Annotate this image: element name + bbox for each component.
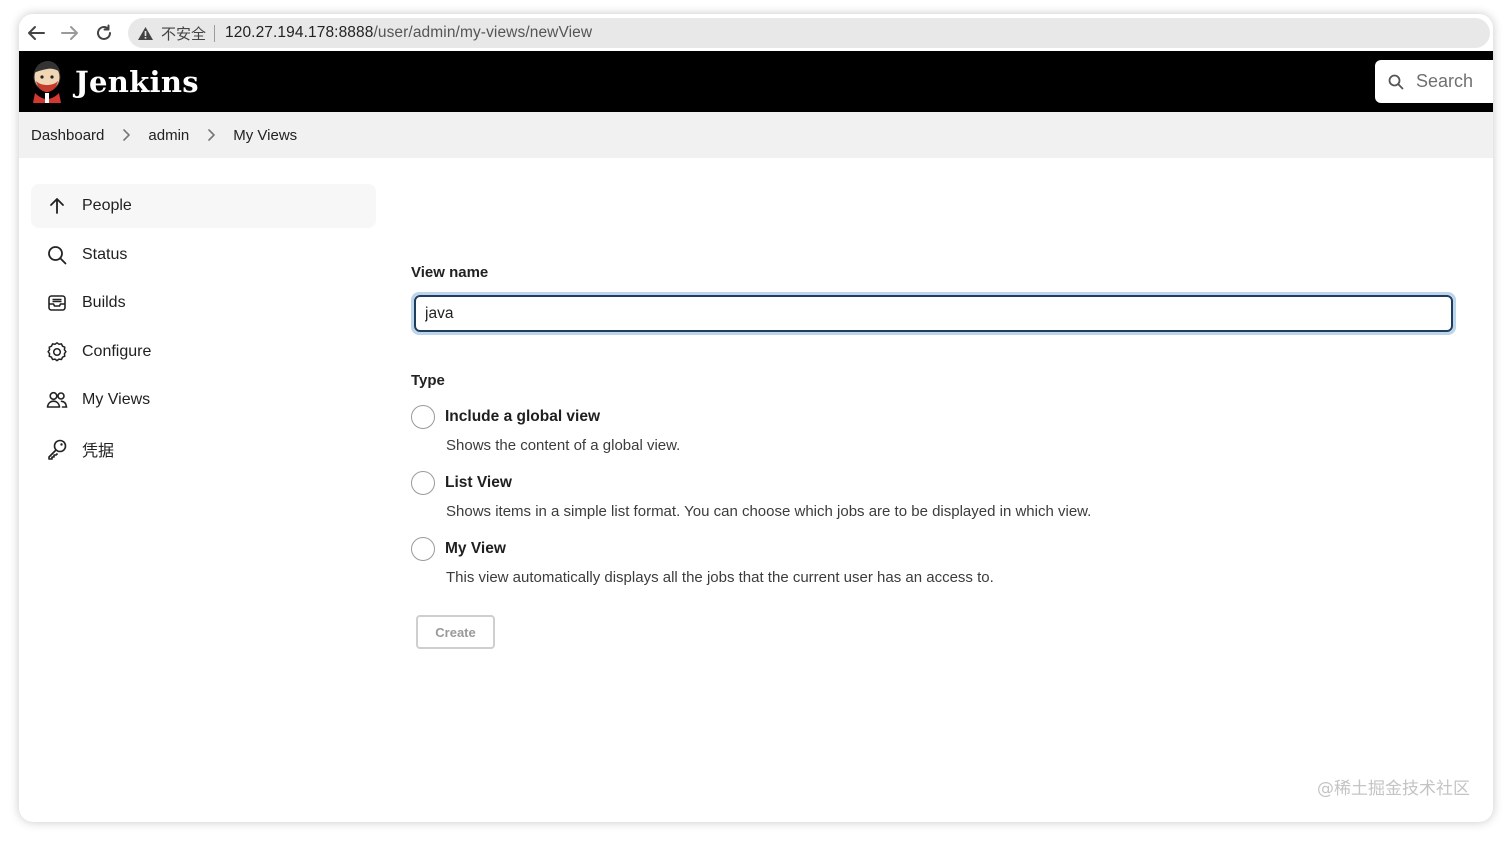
sidebar-item-label: Builds: [82, 294, 126, 311]
view-name-input[interactable]: [414, 295, 1453, 332]
radio-list-view[interactable]: [411, 471, 435, 495]
radio-global-view[interactable]: [411, 405, 435, 429]
breadcrumb-my-views[interactable]: My Views: [233, 123, 297, 148]
option-list-view[interactable]: List View: [411, 471, 1456, 495]
search-box[interactable]: [1375, 60, 1493, 103]
sidebar-item-builds[interactable]: Builds: [31, 281, 376, 325]
people-icon: [46, 389, 68, 411]
option-global-view[interactable]: Include a global view: [411, 405, 1456, 429]
back-button[interactable]: [19, 14, 53, 51]
reload-button[interactable]: [87, 14, 121, 51]
create-button[interactable]: Create: [416, 615, 495, 649]
sidebar-item-credentials[interactable]: 凭据: [31, 427, 376, 471]
breadcrumb-dashboard[interactable]: Dashboard: [31, 123, 104, 148]
option-description: Shows items in a simple list format. You…: [446, 503, 1092, 520]
sidebar: People Status Builds Configure My Views: [31, 184, 376, 475]
arrow-right-icon: [61, 25, 78, 40]
search-icon: [1388, 74, 1404, 90]
breadcrumb-admin[interactable]: admin: [148, 123, 189, 148]
chevron-right-icon: [122, 129, 131, 141]
arrow-left-icon: [28, 25, 45, 40]
address-bar[interactable]: 不安全 120.27.194.178:8888/user/admin/my-vi…: [128, 18, 1490, 48]
option-title: List View: [445, 474, 512, 491]
chevron-right-icon: [207, 129, 216, 141]
arrow-up-icon: [46, 195, 68, 217]
watermark: @稀土掘金技术社区: [1317, 779, 1470, 799]
url-text: 120.27.194.178:8888/user/admin/my-views/…: [225, 24, 592, 42]
option-description: This view automatically displays all the…: [446, 569, 994, 586]
sidebar-item-my-views[interactable]: My Views: [31, 378, 376, 422]
jenkins-logo-icon: [33, 60, 61, 103]
url-path: /user/admin/my-views/newView: [373, 24, 593, 41]
key-icon: [46, 438, 68, 460]
option-title: Include a global view: [445, 408, 601, 425]
page-header: Jenkins: [19, 51, 1493, 112]
address-divider: [214, 24, 216, 42]
brand-link[interactable]: Jenkins: [29, 59, 199, 105]
sidebar-item-label: Status: [82, 245, 128, 263]
view-name-focus-ring: [411, 292, 1456, 335]
breadcrumb: Dashboard admin My Views: [19, 112, 1493, 158]
url-host: 120.27.194.178:8888: [225, 24, 374, 41]
radio-my-view[interactable]: [411, 537, 435, 561]
warning-icon: [137, 26, 154, 41]
option-my-view[interactable]: My View: [411, 537, 1456, 561]
view-name-label: View name: [411, 264, 489, 281]
browser-window: 不安全 120.27.194.178:8888/user/admin/my-vi…: [19, 14, 1493, 822]
brand-name: Jenkins: [75, 64, 199, 99]
new-view-form: View name Type Include a global view Sho…: [411, 264, 1456, 649]
insecure-label: 不安全: [161, 25, 207, 43]
search-icon: [46, 244, 68, 266]
inbox-icon: [46, 292, 68, 314]
sidebar-item-people[interactable]: People: [31, 184, 376, 228]
browser-toolbar: 不安全 120.27.194.178:8888/user/admin/my-vi…: [19, 14, 1493, 51]
sidebar-item-label: 凭据: [82, 442, 115, 460]
sidebar-item-status[interactable]: Status: [31, 233, 376, 277]
option-description: Shows the content of a global view.: [446, 437, 681, 454]
option-title: My View: [445, 540, 506, 557]
type-label: Type: [411, 372, 445, 389]
search-input[interactable]: [1416, 71, 1486, 92]
gear-icon: [46, 341, 68, 363]
sidebar-item-label: Configure: [82, 342, 152, 360]
forward-button[interactable]: [53, 14, 87, 51]
sidebar-item-label: People: [82, 197, 132, 214]
sidebar-item-label: My Views: [82, 391, 151, 408]
reload-icon: [97, 24, 111, 40]
sidebar-item-configure[interactable]: Configure: [31, 330, 376, 374]
